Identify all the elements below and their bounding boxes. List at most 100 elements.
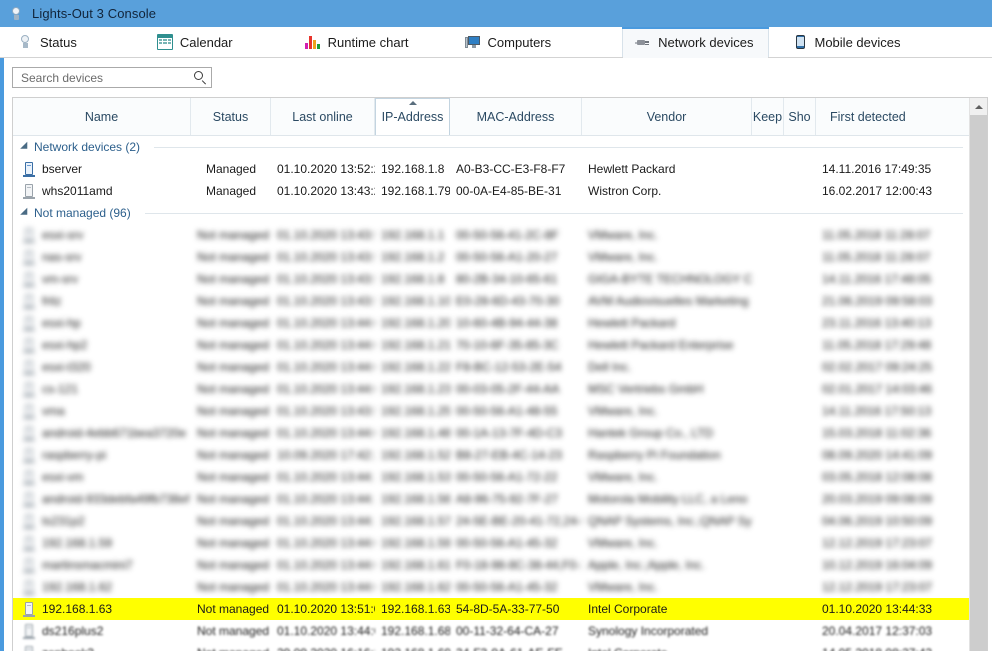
table-row[interactable]: vma Not managed 01.10.2020 13:43:59 192.168…: [13, 400, 969, 422]
cell-mac: 00-50-56-A1-45-32: [456, 536, 558, 550]
tab-calendar[interactable]: Calendar: [144, 27, 248, 57]
cell-status: Not managed: [197, 602, 270, 616]
device-name: esxi-t320: [42, 360, 91, 374]
table-row[interactable]: bserver Managed 01.10.2020 13:52:22 192.168…: [13, 158, 969, 180]
scrollbar-thumb[interactable]: [970, 115, 987, 651]
cell-first-detected: 14.11.2016 17:49:35: [822, 162, 932, 176]
cell-name: fritz: [13, 293, 191, 309]
cell-vendor: Hewlett Packard: [588, 162, 676, 176]
cell-mac: 00-50-56-A1-48-55: [456, 404, 558, 418]
cell-vendor: Hewlett Packard: [588, 316, 676, 330]
table-row[interactable]: whs2011amd Managed 01.10.2020 13:43:22 192.…: [13, 180, 969, 202]
table-row[interactable]: 192.168.1.63 Not managed 01.10.2020 13:51:…: [13, 598, 969, 620]
device-name: android-933debfa49fb738ef: [42, 492, 190, 506]
column-header-keep[interactable]: Keep: [752, 98, 784, 135]
table-row[interactable]: martinsmacmini7 Not managed 01.10.2020 13:…: [13, 554, 969, 576]
vertical-scrollbar[interactable]: [969, 98, 987, 651]
cell-first-detected: 11.05.2018 11:28:07: [822, 250, 931, 264]
tab-runtime-chart[interactable]: Runtime chart: [292, 27, 424, 57]
table-row[interactable]: zenbook3 Not managed29.09.2020 16:16:2719…: [13, 642, 969, 651]
table-row[interactable]: esxi-t320 Not managed 01.10.2020 13:44:09 1…: [13, 356, 969, 378]
table-row[interactable]: esxi-hp Not managed 01.10.2020 13:44:09 192…: [13, 312, 969, 334]
table-row[interactable]: esxi-srv Not managed 01.10.2020 13:43:59 19…: [13, 224, 969, 246]
table-row[interactable]: esxi-vm Not managed 01.10.2020 13:44:13 192…: [13, 466, 969, 488]
column-header-ip-address[interactable]: IP-Address: [375, 98, 450, 135]
scroll-up-button[interactable]: [970, 98, 987, 115]
table-row[interactable]: raspberry-pi Not managed 10.09.2020 17:42:…: [13, 444, 969, 466]
cell-last-online: 29.09.2020 16:16:27: [271, 646, 375, 651]
lightbulb-icon: [9, 6, 23, 22]
cell-mac: 34-F3-9A-61-AE-FE: [450, 646, 582, 651]
device-name: nas-srv: [42, 250, 82, 264]
group-header-not-managed[interactable]: Not managed (96): [13, 202, 969, 224]
column-label: Keep: [752, 109, 783, 124]
cell-vendor: Wistron Corp.: [588, 184, 662, 198]
table-row[interactable]: vm-srv Not managed 01.10.2020 13:43:59 192.…: [13, 268, 969, 290]
tab-label: Status: [40, 34, 77, 50]
device-name: 192.168.1.63: [42, 602, 113, 616]
table-row[interactable]: ts231p2 Not managed 01.10.2020 13:44:11 192…: [13, 510, 969, 532]
collapse-triangle-icon[interactable]: [20, 141, 31, 153]
column-header-first-detected[interactable]: First detected: [816, 98, 964, 135]
collapse-triangle-icon[interactable]: [20, 207, 31, 219]
cell-ip: 192.168.1.53: [381, 470, 450, 484]
cell-status: Not managed: [197, 470, 270, 484]
cell-name: esxi-srv: [13, 227, 191, 243]
column-header-last-online[interactable]: Last online: [271, 98, 375, 135]
device-name: bserver: [42, 162, 83, 176]
column-label: Status: [212, 109, 249, 124]
cell-status: Not managed: [197, 338, 270, 352]
column-header-show[interactable]: Sho: [784, 98, 816, 135]
tab-computers[interactable]: Computers: [452, 27, 567, 57]
tab-bar: Status Calendar Runtime chart Computers …: [0, 27, 992, 58]
cell-mac: 00-1A-13-7F-4D-C3: [456, 426, 563, 440]
cell-name: esxi-vm: [13, 469, 191, 485]
cell-last-online: 01.10.2020 13:44:09: [277, 382, 375, 396]
cell-first-detected: 11.05.2018 17:29:48: [822, 338, 932, 352]
group-header-network-devices[interactable]: Network devices (2): [13, 136, 969, 158]
cell-ip: 192.168.1.2: [381, 250, 445, 264]
cell-mac: 24-5E-BE-20-41-72,24-5: [456, 514, 582, 528]
cell-name: bserver: [13, 161, 191, 177]
table-row[interactable]: ds216plus2 Not managed 01.10.2020 13:44:06…: [13, 620, 969, 642]
search-icon[interactable]: [193, 70, 207, 85]
table-row[interactable]: cs-121 Not managed 01.10.2020 13:44:09 192.…: [13, 378, 969, 400]
cell-mac: 00-50-56-A1-20-27: [456, 250, 558, 264]
cell-vendor: MSC Vertriebs GmbH: [588, 382, 704, 396]
cell-status: Not managed: [197, 272, 270, 286]
search-box[interactable]: [12, 67, 212, 88]
table-row[interactable]: esxi-hp2 Not managed 01.10.2020 13:44:09 19…: [13, 334, 969, 356]
cell-ip: 192.168.1.68: [381, 624, 450, 638]
table-row[interactable]: 192.168.1.62 Not managed 01.10.2020 13:44:…: [13, 576, 969, 598]
column-header-status[interactable]: Status: [191, 98, 271, 135]
server-icon-gray-icon: [23, 337, 35, 353]
cell-mac: 00-50-56-41-2C-8F: [456, 228, 559, 242]
cell-status: Not managed: [197, 426, 270, 440]
cell-status: Not managed: [197, 624, 270, 638]
cell-last-online: 01.10.2020 13:43:59: [277, 228, 375, 242]
column-header-mac-address[interactable]: MAC-Address: [450, 98, 582, 135]
cell-ip: 192.168.1.10: [381, 294, 450, 308]
cell-vendor: Apple, Inc.;Apple, Inc.: [588, 558, 705, 572]
tab-label: Calendar: [179, 34, 233, 50]
cell-status: Not managed: [197, 536, 270, 550]
column-header-name[interactable]: Name: [13, 98, 191, 135]
table-row[interactable]: android-933debfa49fb738ef Not managed 01.1…: [13, 488, 969, 510]
cell-vendor: Hantek Group Co., LTD: [588, 426, 714, 440]
cell-first-detected: 20.03.2019 09:08:09: [822, 492, 933, 506]
cell-last-online: 01.10.2020 13:43:22: [277, 184, 375, 198]
server-icon-gray-icon: [23, 513, 35, 529]
tab-network-devices[interactable]: Network devices: [622, 27, 769, 58]
table-row[interactable]: android-4ebb671bea3720e Not managed 01.10.…: [13, 422, 969, 444]
tab-status[interactable]: Status: [4, 27, 92, 57]
table-row[interactable]: fritz Not managed 01.10.2020 13:43:59 192.1…: [13, 290, 969, 312]
cell-last-online: 01.10.2020 13:44:13: [277, 470, 375, 484]
column-header-vendor[interactable]: Vendor: [582, 98, 752, 135]
cell-name: esxi-hp2: [13, 337, 191, 353]
table-row[interactable]: nas-srv Not managed 01.10.2020 13:43:59 192…: [13, 246, 969, 268]
search-input[interactable]: [19, 69, 193, 86]
table-row[interactable]: 192.168.1.59 Not managed 01.10.2020 13:44:…: [13, 532, 969, 554]
tab-mobile-devices[interactable]: Mobile devices: [779, 27, 916, 57]
cell-last-online: 01.10.2020 13:43:59: [277, 272, 375, 286]
server-icon-gray-icon: [23, 447, 35, 463]
